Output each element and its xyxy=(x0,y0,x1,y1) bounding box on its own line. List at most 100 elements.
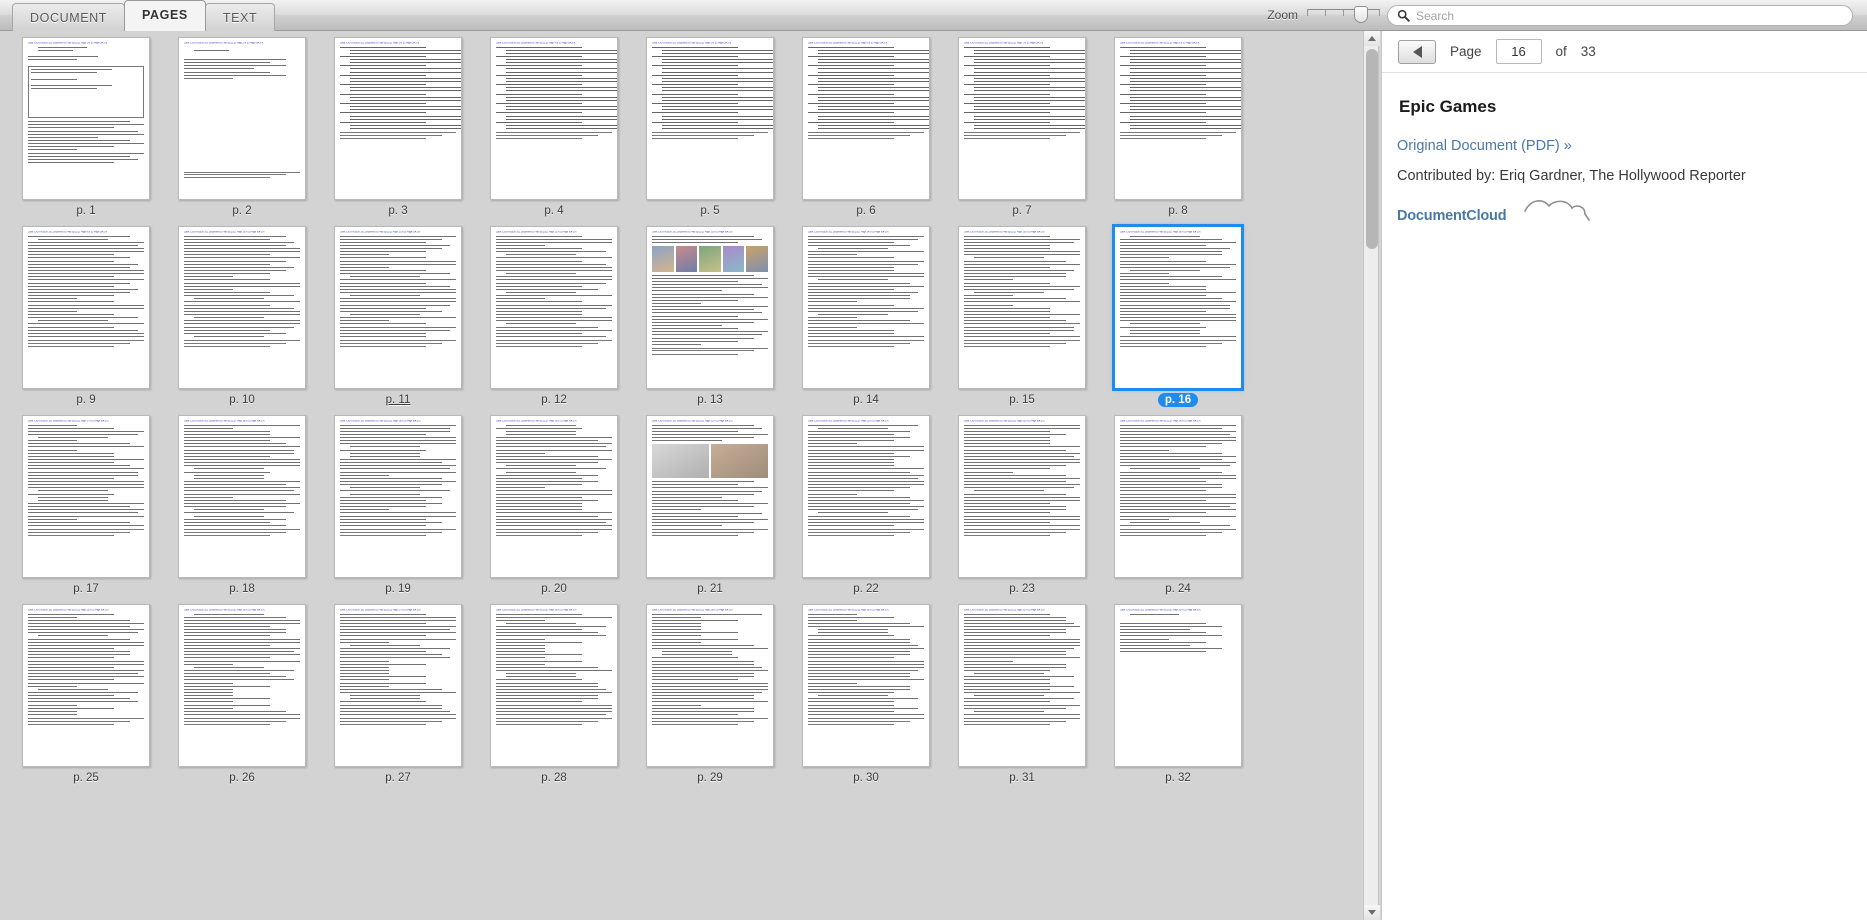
search-box[interactable] xyxy=(1387,5,1853,26)
thumbnail-image[interactable]: Case 3:20-cv-05930-JSC Document 81 Filed… xyxy=(646,37,774,200)
page-text-line xyxy=(184,242,294,243)
page-text-line xyxy=(808,425,918,426)
page-number-input[interactable] xyxy=(1496,39,1542,64)
scroll-down-button[interactable] xyxy=(1364,905,1380,920)
thumbnail-page-2[interactable]: Case 3:20-cv-05930-JSC Document 81 Filed… xyxy=(164,37,320,218)
thumbnail-page-14[interactable]: Case 3:20-cv-05930-JSC Document 81 Filed… xyxy=(788,226,944,407)
thumbnail-page-23[interactable]: Case 3:20-cv-05930-JSC Document 81 Filed… xyxy=(944,415,1100,596)
thumbnail-label: p. 1 xyxy=(69,204,102,218)
thumbnail-page-9[interactable]: Case 3:20-cv-05930-JSC Document 81 Filed… xyxy=(8,226,164,407)
thumbnail-page-5[interactable]: Case 3:20-cv-05930-JSC Document 81 Filed… xyxy=(632,37,788,218)
page-text-line xyxy=(350,106,462,107)
pages-thumbnail-pane[interactable]: Case 3:20-cv-05930-JSC Document 81 Filed… xyxy=(0,31,1363,920)
pages-scrollbar[interactable] xyxy=(1363,31,1379,920)
thumbnail-image[interactable]: Case 3:20-cv-05930-JSC Document 81 Filed… xyxy=(490,37,618,200)
tab-text[interactable]: TEXT xyxy=(205,3,275,31)
thumbnail-image[interactable]: Case 3:20-cv-05930-JSC Document 81 Filed… xyxy=(646,226,774,389)
thumbnail-page-32[interactable]: Case 3:20-cv-05930-JSC Document 81 Filed… xyxy=(1100,604,1256,785)
thumbnail-image[interactable]: Case 3:20-cv-05930-JSC Document 81 Filed… xyxy=(334,604,462,767)
thumbnail-page-12[interactable]: Case 3:20-cv-05930-JSC Document 81 Filed… xyxy=(476,226,632,407)
thumbnail-page-11[interactable]: Case 3:20-cv-05930-JSC Document 81 Filed… xyxy=(320,226,476,407)
page-text-line xyxy=(974,711,1044,712)
thumbnail-image[interactable]: Case 3:20-cv-05930-JSC Document 81 Filed… xyxy=(1114,226,1242,389)
thumbnail-image[interactable]: Case 3:20-cv-05930-JSC Document 81 Filed… xyxy=(802,604,930,767)
documentcloud-logo[interactable]: DocumentCloud xyxy=(1397,207,1597,237)
thumbnail-page-17[interactable]: Case 3:20-cv-05930-JSC Document 81 Filed… xyxy=(8,415,164,596)
thumbnail-image[interactable]: Case 3:20-cv-05930-JSC Document 81 Filed… xyxy=(22,415,150,578)
thumbnail-image[interactable]: Case 3:20-cv-05930-JSC Document 81 Filed… xyxy=(334,37,462,200)
scrollbar-thumb[interactable] xyxy=(1366,49,1378,249)
original-document-link[interactable]: Original Document (PDF) » xyxy=(1397,138,1572,154)
thumbnail-page-16[interactable]: Case 3:20-cv-05930-JSC Document 81 Filed… xyxy=(1100,226,1256,407)
thumbnail-page-21[interactable]: Case 3:20-cv-05930-JSC Document 81 Filed… xyxy=(632,415,788,596)
thumbnail-image[interactable]: Case 3:20-cv-05930-JSC Document 81 Filed… xyxy=(958,604,1086,767)
page-text-line xyxy=(28,673,138,674)
thumbnail-image[interactable]: Case 3:20-cv-05930-JSC Document 81 Filed… xyxy=(958,415,1086,578)
tab-pages[interactable]: PAGES xyxy=(124,0,206,31)
thumbnail-image[interactable]: Case 3:20-cv-05930-JSC Document 81 Filed… xyxy=(22,604,150,767)
thumbnail-image[interactable]: Case 3:20-cv-05930-JSC Document 81 Filed… xyxy=(802,226,930,389)
thumbnail-page-13[interactable]: Case 3:20-cv-05930-JSC Document 81 Filed… xyxy=(632,226,788,407)
thumbnail-page-7[interactable]: Case 3:20-cv-05930-JSC Document 81 Filed… xyxy=(944,37,1100,218)
zoom-slider[interactable] xyxy=(1307,5,1380,25)
thumbnail-page-30[interactable]: Case 3:20-cv-05930-JSC Document 81 Filed… xyxy=(788,604,944,785)
thumbnail-page-6[interactable]: Case 3:20-cv-05930-JSC Document 81 Filed… xyxy=(788,37,944,218)
thumbnail-image[interactable]: Case 3:20-cv-05930-JSC Document 81 Filed… xyxy=(178,226,306,389)
thumbnail-page-31[interactable]: Case 3:20-cv-05930-JSC Document 81 Filed… xyxy=(944,604,1100,785)
page-text-line xyxy=(818,87,930,88)
thumbnail-image[interactable]: Case 3:20-cv-05930-JSC Document 81 Filed… xyxy=(22,226,150,389)
thumbnail-image[interactable]: Case 3:20-cv-05930-JSC Document 81 Filed… xyxy=(490,226,618,389)
thumbnail-image[interactable]: Case 3:20-cv-05930-JSC Document 81 Filed… xyxy=(646,604,774,767)
thumbnail-page-26[interactable]: Case 3:20-cv-05930-JSC Document 81 Filed… xyxy=(164,604,320,785)
thumbnail-body xyxy=(184,614,300,725)
page-text-line xyxy=(974,90,1086,91)
tab-document[interactable]: DOCUMENT xyxy=(12,3,125,31)
thumbnail-page-1[interactable]: Case 3:20-cv-05930-JSC Document 81 Filed… xyxy=(8,37,164,218)
thumbnail-image[interactable]: Case 3:20-cv-05930-JSC Document 81 Filed… xyxy=(490,604,618,767)
search-input[interactable] xyxy=(1416,9,1852,23)
thumbnail-image[interactable]: Case 3:20-cv-05930-JSC Document 81 Filed… xyxy=(178,37,306,200)
thumbnail-image[interactable]: Case 3:20-cv-05930-JSC Document 81 Filed… xyxy=(334,226,462,389)
thumbnail-page-27[interactable]: Case 3:20-cv-05930-JSC Document 81 Filed… xyxy=(320,604,476,785)
thumbnail-image[interactable]: Case 3:20-cv-05930-JSC Document 81 Filed… xyxy=(1114,604,1242,767)
thumbnail-page-29[interactable]: Case 3:20-cv-05930-JSC Document 81 Filed… xyxy=(632,604,788,785)
thumbnail-image[interactable]: Case 3:20-cv-05930-JSC Document 81 Filed… xyxy=(1114,37,1242,200)
page-text-line xyxy=(818,50,930,51)
page-text-line xyxy=(496,289,598,290)
thumbnail-image[interactable]: Case 3:20-cv-05930-JSC Document 81 Filed… xyxy=(958,226,1086,389)
page-text-line xyxy=(662,116,774,117)
thumbnail-page-19[interactable]: Case 3:20-cv-05930-JSC Document 81 Filed… xyxy=(320,415,476,596)
thumbnail-page-24[interactable]: Case 3:20-cv-05930-JSC Document 81 Filed… xyxy=(1100,415,1256,596)
thumbnail-image[interactable]: Case 3:20-cv-05930-JSC Document 81 Filed… xyxy=(802,37,930,200)
page-text-line xyxy=(340,437,456,438)
thumbnail-image[interactable]: Case 3:20-cv-05930-JSC Document 81 Filed… xyxy=(646,415,774,578)
thumbnail-page-20[interactable]: Case 3:20-cv-05930-JSC Document 81 Filed… xyxy=(476,415,632,596)
page-text-line xyxy=(350,698,420,699)
thumbnail-image[interactable]: Case 3:20-cv-05930-JSC Document 81 Filed… xyxy=(334,415,462,578)
page-text-line xyxy=(340,254,389,255)
thumbnail-label: p. 30 xyxy=(846,771,886,785)
thumbnail-page-28[interactable]: Case 3:20-cv-05930-JSC Document 81 Filed… xyxy=(476,604,632,785)
zoom-slider-handle[interactable] xyxy=(1354,6,1368,23)
thumbnail-page-25[interactable]: Case 3:20-cv-05930-JSC Document 81 Filed… xyxy=(8,604,164,785)
thumbnail-image[interactable]: Case 3:20-cv-05930-JSC Document 81 Filed… xyxy=(22,37,150,200)
thumbnail-image[interactable]: Case 3:20-cv-05930-JSC Document 81 Filed… xyxy=(178,604,306,767)
thumbnail-page-3[interactable]: Case 3:20-cv-05930-JSC Document 81 Filed… xyxy=(320,37,476,218)
thumbnail-page-22[interactable]: Case 3:20-cv-05930-JSC Document 81 Filed… xyxy=(788,415,944,596)
thumbnail-image[interactable]: Case 3:20-cv-05930-JSC Document 81 Filed… xyxy=(958,37,1086,200)
thumbnail-page-15[interactable]: Case 3:20-cv-05930-JSC Document 81 Filed… xyxy=(944,226,1100,407)
page-text-line xyxy=(808,487,910,488)
page-text-line xyxy=(964,676,1074,677)
thumbnail-label: p. 16 xyxy=(1158,393,1198,407)
thumbnail-page-8[interactable]: Case 3:20-cv-05930-JSC Document 81 Filed… xyxy=(1100,37,1256,218)
scroll-up-button[interactable] xyxy=(1364,31,1380,46)
thumbnail-image[interactable]: Case 3:20-cv-05930-JSC Document 81 Filed… xyxy=(802,415,930,578)
thumbnail-image[interactable]: Case 3:20-cv-05930-JSC Document 81 Filed… xyxy=(1114,415,1242,578)
thumbnail-image[interactable]: Case 3:20-cv-05930-JSC Document 81 Filed… xyxy=(178,415,306,578)
thumbnail-page-10[interactable]: Case 3:20-cv-05930-JSC Document 81 Filed… xyxy=(164,226,320,407)
thumbnail-image[interactable]: Case 3:20-cv-05930-JSC Document 81 Filed… xyxy=(490,415,618,578)
thumbnail-page-18[interactable]: Case 3:20-cv-05930-JSC Document 81 Filed… xyxy=(164,415,320,596)
previous-page-button[interactable] xyxy=(1398,40,1436,64)
thumbnail-page-4[interactable]: Case 3:20-cv-05930-JSC Document 81 Filed… xyxy=(476,37,632,218)
court-stamp-header: Case 3:20-cv-05930-JSC Document 81 Filed… xyxy=(808,420,924,423)
